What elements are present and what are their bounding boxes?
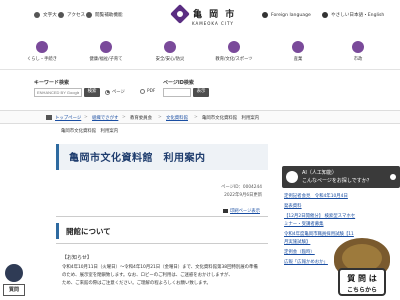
radio-page-indicator [105,89,110,95]
page-id: ページID：0004244 [221,185,262,190]
health-icon [100,41,112,53]
question-sign: 質 問 は こちらから [338,268,386,296]
search-area: キーワード検索 検索 ページ PDF ページID検索 表示 [0,76,400,102]
page-title: 亀岡市文化資料館 利用案内 [69,153,206,164]
sidebar-link[interactable]: 広報「広報かめおか」 [284,259,328,265]
section-heading: 開館について [66,227,111,236]
radio-pdf[interactable]: PDF [140,89,155,94]
category-education[interactable]: 教育/文化/スポーツ [206,36,262,68]
keyword-search-input[interactable] [34,88,82,97]
page-id-button[interactable]: 表示 [193,88,209,97]
chevron-right-icon [390,174,396,180]
print-icon [223,209,228,213]
logo-subtext: KAMEOKA CITY [192,21,234,26]
category-nav: くらし・手続き 健康/福祉/子育て 安全/安心/防災 教育/文化/スポーツ 産業… [0,36,400,70]
foreign-language-link[interactable]: Foreign language [262,12,311,18]
sidebar-link[interactable]: 定例記者会見 令和4年10月4日 [284,193,348,199]
breadcrumb-current: 亀岡市文化資料館 利用案内 [202,116,260,121]
keyword-search-button[interactable]: 検索 [84,88,100,97]
logo-text: 亀 岡 市 [193,10,237,20]
sidebar-link[interactable]: 発表資料 [284,203,302,209]
text-size-link[interactable]: 文字大 [34,12,57,18]
education-icon [228,41,240,53]
accessibility-link[interactable]: 閲覧補助機能 [86,12,123,18]
category-city-admin[interactable]: 市政 [330,36,386,68]
mascot-icon [5,264,23,282]
category-industry[interactable]: 産業 [270,36,326,68]
text-size-icon [34,12,40,18]
city-hall-icon [352,41,364,53]
sidebar-link[interactable]: ミナー・受講者募集 [284,221,324,227]
breadcrumb-museum[interactable]: 文化資料館 [166,115,188,121]
safety-icon [164,41,176,53]
radio-pdf-indicator [140,89,145,94]
breadcrumb-education-board[interactable]: 教育委員会 [130,115,152,121]
updated-date: 2022年9月6日更新 [224,193,262,198]
easy-japanese-link[interactable]: やさしい日本語・English [322,12,384,18]
question-mascot-button[interactable]: 質 問 は こちらから [328,238,396,300]
category-living[interactable]: くらし・手続き [14,36,70,68]
sidebar-link[interactable]: 定例会（臨時） [284,249,315,255]
ai-suggestion-box[interactable]: AI（人工知能） こんなページをお探しですか？ [282,166,400,188]
access-link[interactable]: アクセス [58,12,85,18]
category-health[interactable]: 健康/福祉/子育て [78,36,134,68]
category-safety[interactable]: 安全/安心/防災 [142,36,198,68]
left-mascot-button[interactable]: 質問 [3,264,25,298]
notice-paragraph: のため、展示室を閉鎖致します。なお、ロビーのご利用は、ご迷惑をおかけしますが、 [62,273,233,278]
notice-paragraph: ため、ご来館の際はご注意ください。ご理解の程よろしくお願い致します。 [62,281,211,286]
home-icon [46,115,52,120]
breadcrumb: トップページ > 組織でさがす > 教育委員会 > 文化資料館 > 亀岡市文化資… [0,110,400,124]
industry-icon [292,41,304,53]
breadcrumb-organization[interactable]: 組織でさがす [92,115,118,121]
breadcrumb-top[interactable]: トップページ [55,115,81,121]
print-link[interactable]: 印刷ページ表示 [223,208,260,214]
ai-icon [286,171,298,183]
notice-paragraph: 令和4年10月11日（火曜日）～令和4年10月21日（金曜日）まで、文化資料館第… [62,265,258,270]
easy-japanese-icon [322,12,328,18]
site-logo[interactable]: 亀 岡 市 KAMEOKA CITY [170,4,239,30]
accessibility-icon [86,12,92,18]
sub-breadcrumb: 亀岡市文化資料館 利用案内 [61,129,119,134]
sidebar-link[interactable]: 【12月2日開催分】 検索型スマホセ [284,213,355,219]
top-bar: 文字大 アクセス 閲覧補助機能 亀 岡 市 KAMEOKA CITY Forei… [0,0,400,32]
sidebar-link[interactable]: 令和4年度亀岡市職員採用試験【11 [284,231,354,237]
page-id-input[interactable] [163,88,191,97]
sidebar-link[interactable]: 月実施試験】 [284,239,310,245]
keyword-search-title: キーワード検索 [34,80,70,86]
notice-heading: 【お知らせ】 [62,255,92,261]
city-emblem-icon [170,4,190,24]
page-title-box: 亀岡市文化資料館 利用案内 [56,144,268,170]
globe-icon [262,12,268,18]
access-icon [58,12,64,18]
page-id-search-title: ページID検索 [163,80,194,86]
section-heading-box: 開館について [56,216,268,244]
living-icon [36,41,48,53]
radio-page[interactable]: ページ [105,89,125,95]
